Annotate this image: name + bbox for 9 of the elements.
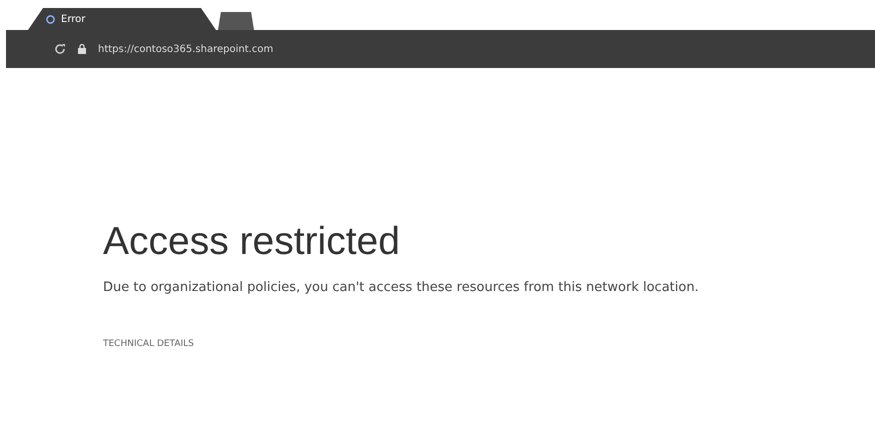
error-message: Due to organizational policies, you can't access these resources from this network location.	[103, 280, 699, 295]
page-heading: Access restricted	[103, 220, 400, 264]
lock-icon	[78, 44, 86, 54]
url-text[interactable]: https://contoso365.sharepoint.com	[98, 44, 274, 54]
reload-icon[interactable]	[54, 43, 66, 55]
browser-tab[interactable]: Error	[28, 8, 216, 30]
page-icon	[46, 14, 55, 24]
browser-tab[interactable]	[218, 12, 254, 30]
technical-details-link[interactable]: TECHNICAL DETAILS	[103, 339, 194, 349]
